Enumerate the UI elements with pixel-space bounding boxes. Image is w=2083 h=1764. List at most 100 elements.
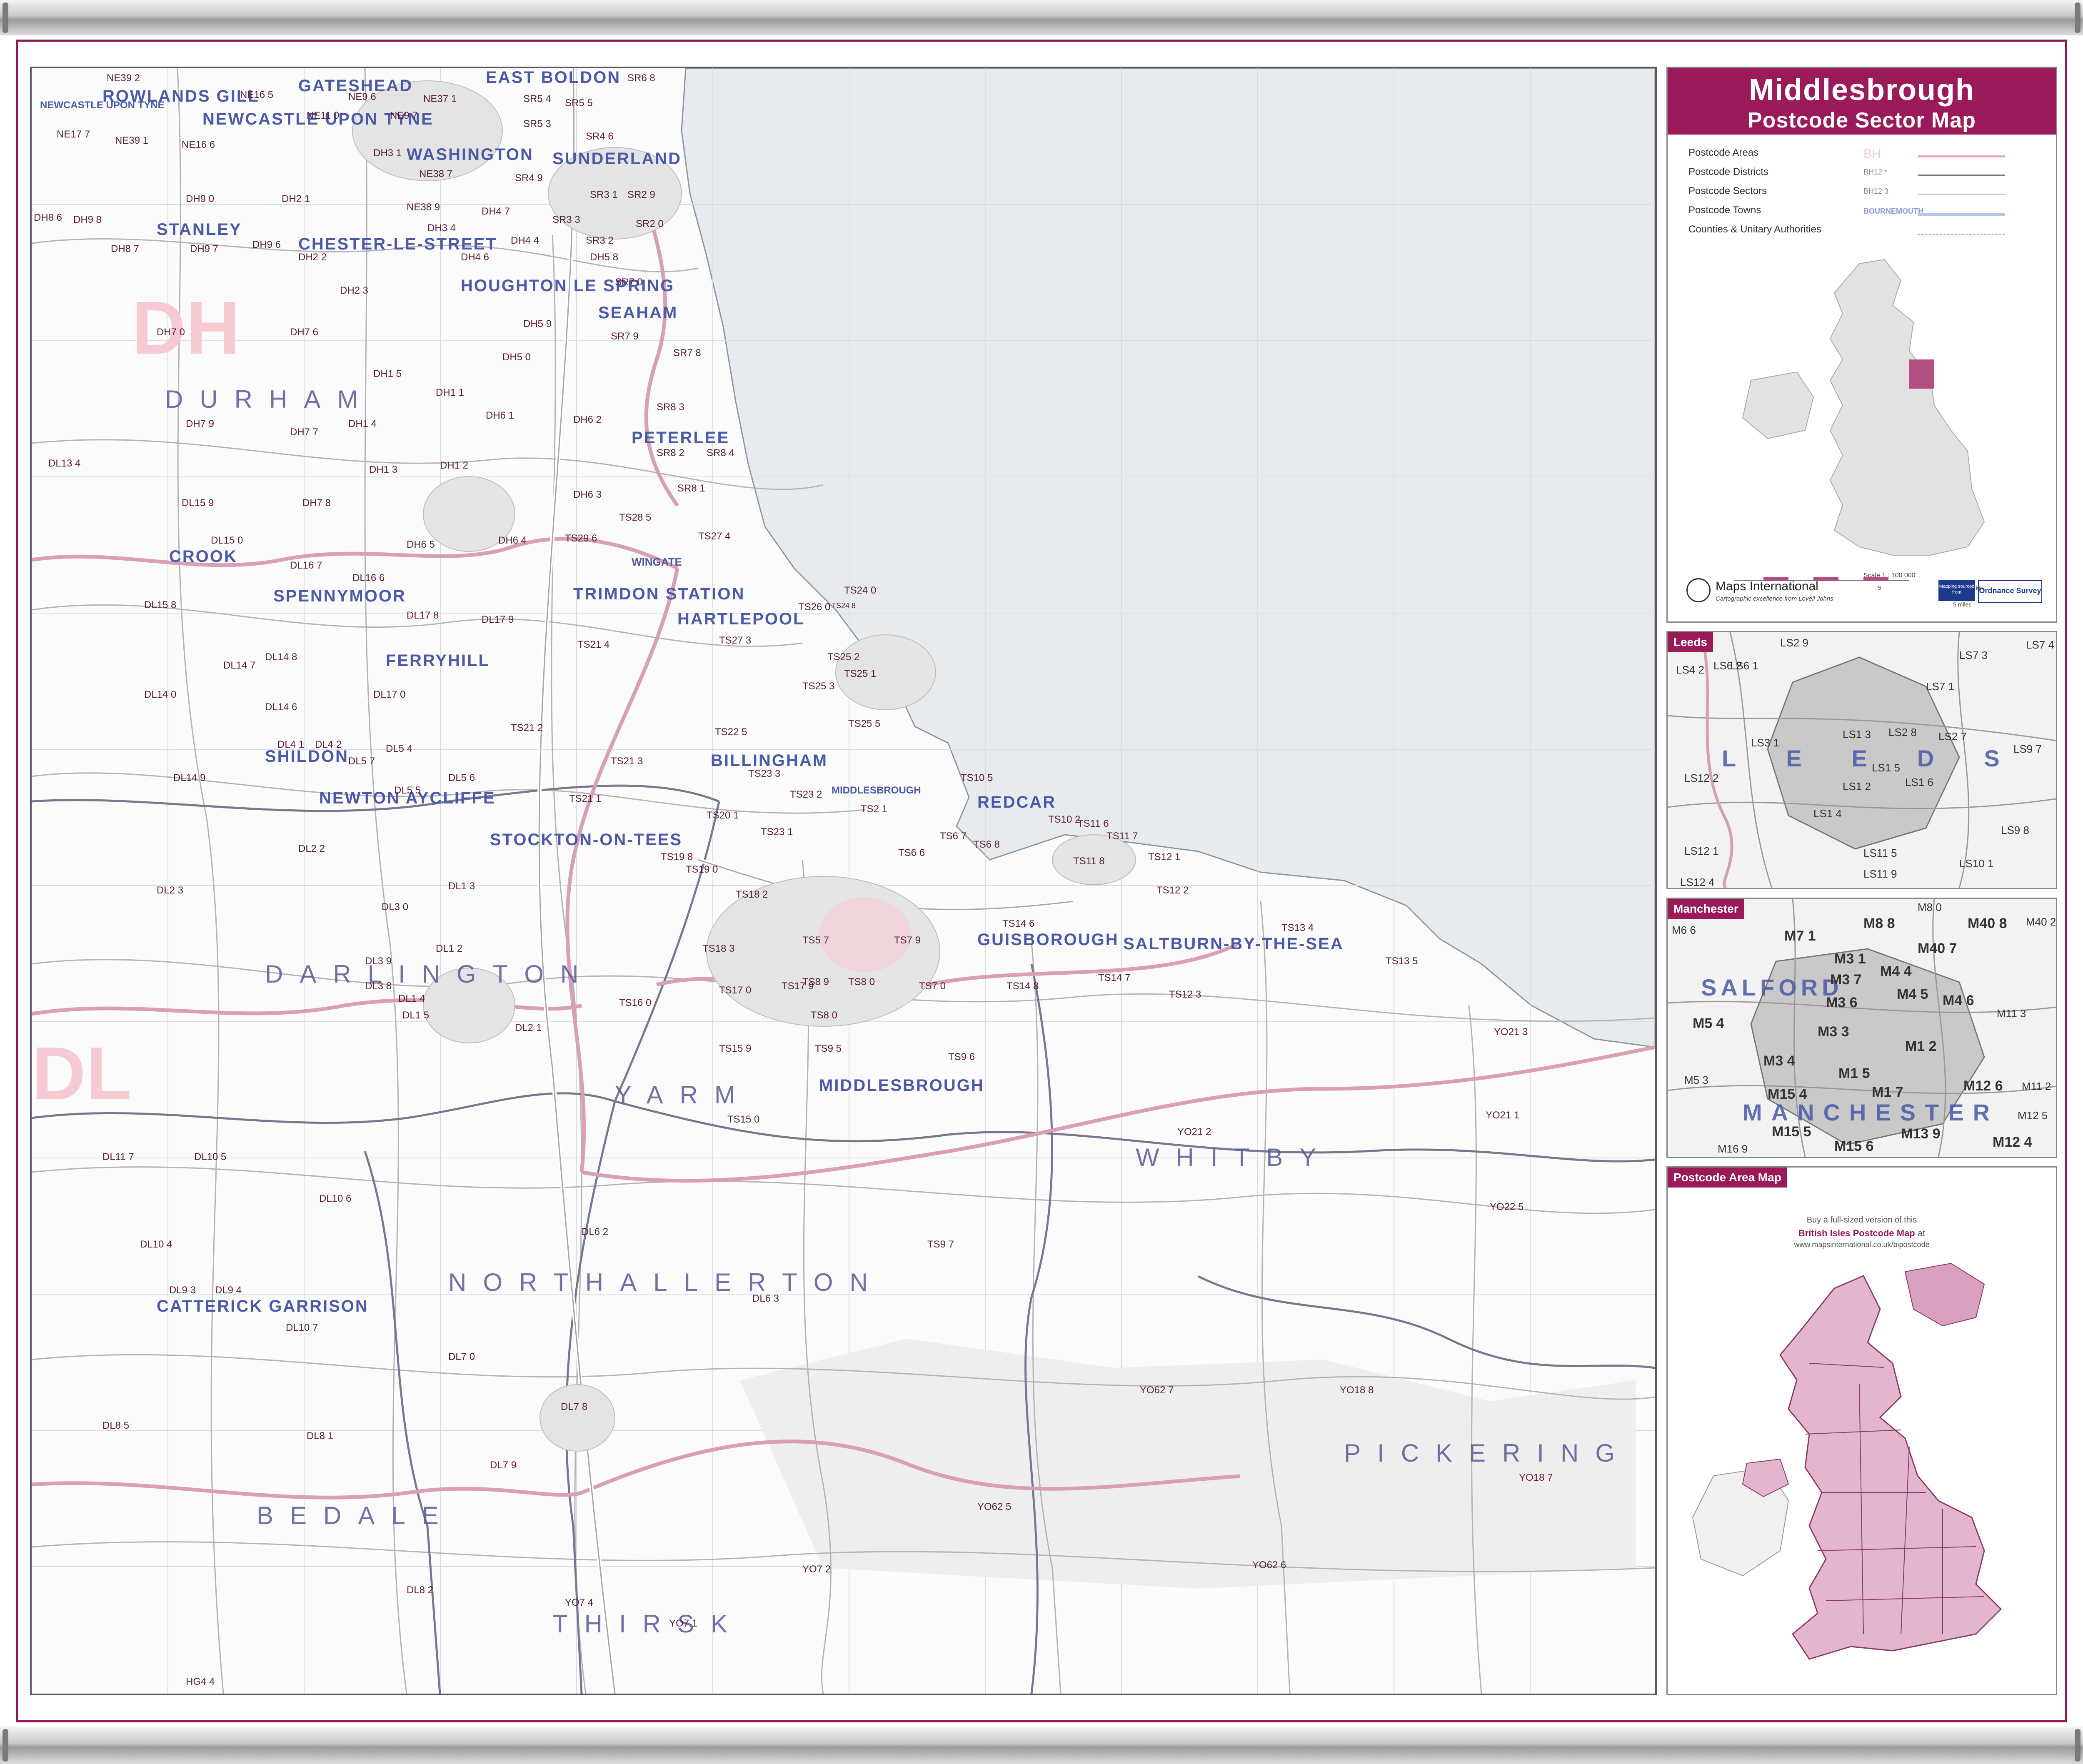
sector-label: DL8 2 [407, 1584, 434, 1596]
sector-label: DH6 1 [486, 410, 515, 421]
sector-label: DL15 9 [182, 497, 214, 509]
sector-label: DL6 2 [582, 1226, 609, 1238]
sector-label: YO22 5 [1490, 1201, 1524, 1213]
manchester-town-label: MANCHESTER [1743, 1099, 1999, 1125]
town-label: REDCAR [977, 793, 1056, 811]
sector-label: DL14 8 [265, 651, 297, 663]
town-label: SALTBURN-BY-THE-SEA [1123, 935, 1344, 953]
area-map-link-text[interactable]: British Isles Postcode Map [1798, 1228, 1915, 1238]
sector-label: TS10 5 [961, 772, 993, 783]
postcode-area-map-panel[interactable]: Postcode Area Map Buy a full-sized versi… [1666, 1166, 2057, 1695]
rail-left-endcap [2, 1729, 8, 1762]
legend-line-sectors [1918, 194, 2005, 195]
sector-label: SR5 3 [523, 118, 551, 130]
sector-label: NE39 1 [115, 135, 149, 146]
brand-name: Maps International [1716, 579, 1818, 593]
sector-label: SR3 3 [552, 214, 580, 225]
inset-sector-label: LS1 6 [1905, 776, 1933, 788]
legend-label-counties: Counties & Unitary Authorities [1688, 224, 1821, 235]
legend-sample-towns: BOURNEMOUTH [1863, 207, 1923, 215]
inset-sector-label: LS2 9 [1780, 636, 1808, 649]
inset-sector-label: LS2 7 [1938, 730, 1967, 743]
sector-label: TS7 9 [894, 935, 921, 946]
inset-sector-label: M12 4 [1993, 1134, 2032, 1150]
inset-sector-label: LS1 4 [1813, 807, 1842, 820]
sector-label: DH7 8 [302, 497, 331, 509]
area-map-url[interactable]: www.mapsinternational.co.uk/bipostcode [1668, 1240, 2056, 1249]
town-label: CHESTER-LE-STREET [298, 235, 497, 253]
sector-label: DH1 4 [348, 418, 377, 429]
inset-sector-label: M12 6 [1963, 1078, 2003, 1094]
inset-sector-label: LS12 4 [1680, 876, 1715, 888]
legend-label-sectors: Postcode Sectors [1688, 185, 1767, 197]
sector-label: TS6 7 [940, 831, 967, 842]
sector-label: TS22 5 [715, 726, 747, 738]
sector-label: TS13 4 [1281, 922, 1314, 933]
manchester-inset[interactable]: Manchester SALFORD MANCHESTER M8 8 M8 0 … [1666, 898, 2057, 1158]
sector-label: TS23 2 [790, 789, 822, 800]
sector-label: NE16 5 [240, 89, 274, 100]
main-map[interactable]: DH DL DURHAM DARLINGTON YARM NORTHALLERT… [30, 67, 1657, 1695]
inset-sector-label: LS3 1 [1751, 736, 1779, 749]
sector-label: TS12 3 [1169, 989, 1201, 1000]
sector-label: TS19 0 [686, 864, 718, 875]
sector-label: DL13 4 [48, 458, 81, 469]
manchester-inset-title: Manchester [1668, 899, 1744, 919]
town-label: WASHINGTON [407, 145, 534, 164]
district-yarm: YARM [615, 1081, 752, 1109]
sector-label: DL1 4 [398, 993, 425, 1004]
sector-label: DL4 1 [277, 739, 305, 750]
locator-miles: 5 miles [1953, 601, 1972, 608]
town-label: PETERLEE [632, 429, 730, 447]
locator-scale: Scale 1 : 100 000 [1863, 572, 1916, 579]
sector-label: NE39 2 [107, 72, 140, 84]
town-label: HARTLEPOOL [677, 610, 805, 628]
sector-label: TS15 0 [727, 1114, 760, 1125]
inset-sector-label: M15 4 [1768, 1086, 1807, 1102]
british-isles-area-map [1692, 1262, 2002, 1660]
sector-label: NE38 9 [407, 202, 440, 213]
sector-label: TS23 3 [748, 768, 781, 779]
sector-label: DL17 9 [482, 614, 514, 625]
inset-sector-label: M11 3 [1997, 1007, 2026, 1020]
sector-label: TS14 8 [1007, 981, 1039, 992]
inset-sector-label: M5 4 [1693, 1015, 1724, 1031]
sector-label: TS11 8 [1073, 856, 1105, 867]
legend-label-areas: Postcode Areas [1688, 147, 1759, 158]
title-legend-panel: Middlesbrough Postcode Sector Map Postco… [1666, 67, 2057, 623]
sector-label: TS24 0 [844, 585, 877, 596]
sector-label: TS14 6 [1002, 918, 1035, 929]
district-darlington: DARLINGTON [265, 960, 595, 988]
sector-label: DL14 0 [144, 689, 177, 700]
sector-label: SR8 1 [677, 483, 705, 494]
town-label: FERRYHILL [386, 651, 490, 670]
sector-label: DH5 8 [590, 252, 619, 263]
maps-international-logo-icon [1686, 578, 1711, 602]
sector-label: TS8 0 [811, 1010, 838, 1021]
sector-label: DL8 5 [102, 1420, 130, 1431]
sector-label: TS21 4 [577, 639, 610, 650]
town-label: SUNDERLAND [552, 150, 682, 168]
town-label: TRIMDON STATION [573, 585, 745, 603]
town-label: BILLINGHAM [711, 751, 828, 770]
district-pickering: PICKERING [1344, 1439, 1632, 1467]
inset-sector-label: M1 5 [1838, 1065, 1870, 1081]
legend-line-counties [1918, 234, 2005, 235]
town-label: MIDDLESBROUGH [832, 785, 921, 796]
sector-label: TS20 1 [707, 810, 739, 821]
sector-label: YO7 2 [802, 1564, 831, 1575]
sector-label: DH2 3 [340, 285, 369, 296]
sector-label: TS10 2 [1048, 814, 1081, 825]
leeds-inset[interactable]: Leeds LEEDS LS2 9 LS6 2 LS7 3 LS7 4 LS6 … [1666, 631, 2057, 889]
sector-label: DH7 9 [186, 418, 215, 429]
sector-label: TS24 8 [832, 601, 856, 610]
sector-label: DL15 8 [144, 599, 177, 611]
salford-town-label: SALFORD [1701, 974, 1843, 1001]
sector-label: DL8 1 [307, 1430, 334, 1442]
sector-label: DL5 5 [394, 785, 421, 796]
sector-label: DL2 2 [298, 843, 325, 854]
inset-sector-label: M3 4 [1763, 1053, 1795, 1069]
district-durham: DURHAM [165, 385, 375, 413]
inset-sector-label: M8 8 [1863, 916, 1895, 931]
sector-label: DH7 6 [290, 327, 319, 338]
